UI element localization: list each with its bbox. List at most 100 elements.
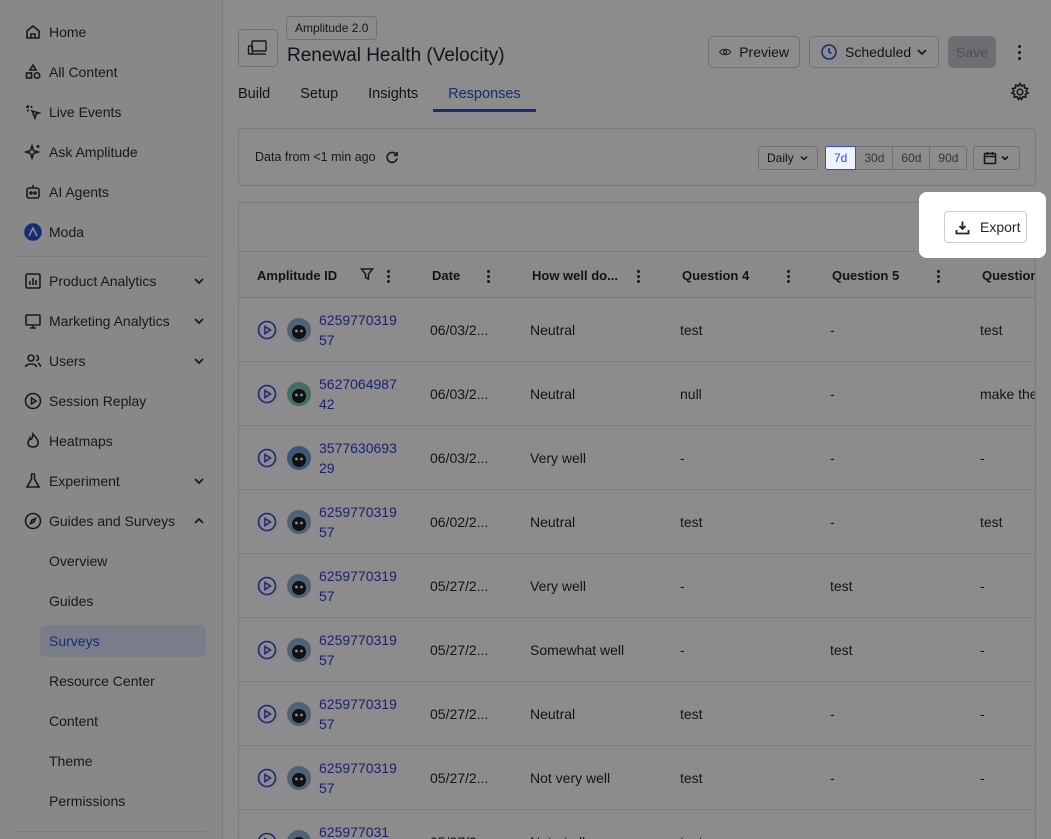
table-row[interactable]: 625977031957 05/27/2... Somewhat well - test… (239, 618, 1035, 682)
column-header-question-5[interactable]: Question 5 (832, 253, 899, 298)
play-replay-icon[interactable] (257, 640, 277, 660)
table-row[interactable]: 625977031957 05/27/2... Very well - test - (239, 554, 1035, 618)
table-row[interactable]: 625977031 05/27/2... Not at all test (239, 810, 1035, 839)
column-header-date[interactable]: Date (432, 253, 460, 298)
nav-item-ask-amplitude[interactable]: Ask Amplitude (0, 132, 222, 172)
amplitude-id-link[interactable]: 625977031957 (319, 630, 399, 670)
range-30d[interactable]: 30d (855, 146, 894, 170)
sidebar-subitem-content[interactable]: Content (0, 701, 222, 741)
chevron-up-icon[interactable] (192, 514, 206, 528)
column-header-amplitude-id[interactable]: Amplitude ID (257, 253, 337, 298)
cell-question-5: test (830, 642, 853, 658)
more-options-icon[interactable] (1011, 42, 1027, 62)
range-60d[interactable]: 60d (892, 146, 931, 170)
play-replay-icon[interactable] (257, 512, 277, 532)
date-picker-button[interactable] (973, 146, 1020, 170)
nav-item-session-replay[interactable]: Session Replay (0, 381, 222, 421)
amplitude-id-link[interactable]: 625977031957 (319, 566, 399, 606)
column-menu-icon[interactable] (635, 269, 641, 283)
sidebar-subitem-surveys[interactable]: Surveys (40, 625, 206, 657)
column-header-question-4[interactable]: Question 4 (682, 253, 749, 298)
tab-setup[interactable]: Setup (285, 78, 353, 112)
table-row[interactable]: 625977031957 06/03/2... Neutral test - test (239, 298, 1035, 362)
chevron-down-icon[interactable] (192, 354, 206, 368)
avatar (287, 382, 311, 406)
tab-insights[interactable]: Insights (353, 78, 433, 112)
nav-item-experiment[interactable]: Experiment (0, 461, 222, 501)
nav-item-label: Ask Amplitude (49, 144, 138, 160)
export-label: Export (980, 219, 1021, 235)
play-replay-icon[interactable] (257, 320, 277, 340)
table-row[interactable]: 357763069329 06/03/2... Very well - - - (239, 426, 1035, 490)
range-7d[interactable]: 7d (825, 146, 857, 170)
sidebar-subitem-theme[interactable]: Theme (0, 741, 222, 781)
amplitude-id-link[interactable]: 625977031957 (319, 694, 399, 734)
cell-question-6: - (980, 450, 985, 466)
filter-icon[interactable] (359, 267, 375, 281)
cell-date: 06/03/2... (430, 322, 489, 338)
play-replay-icon[interactable] (257, 768, 277, 788)
play-replay-icon[interactable] (257, 384, 277, 404)
preview-label: Preview (739, 44, 789, 60)
tab-responses[interactable]: Responses (433, 78, 536, 112)
avatar (287, 574, 311, 598)
amplitude-id-link[interactable]: 357763069329 (319, 438, 399, 478)
flask-icon (24, 472, 42, 490)
sidebar: Home All Content Live Events Ask Amplitu… (0, 0, 223, 839)
nav-item-label: Home (49, 24, 87, 40)
cell-question-4: - (680, 642, 685, 658)
device-preview-button[interactable] (238, 29, 278, 67)
nav-item-guides-and-surveys[interactable]: Guides and Surveys (0, 501, 222, 541)
export-button[interactable]: Export (944, 211, 1027, 243)
amplitude-id-link[interactable]: 625977031 (319, 822, 399, 839)
play-replay-icon[interactable] (257, 704, 277, 724)
play-replay-icon[interactable] (257, 448, 277, 468)
nav-item-all-content[interactable]: All Content (0, 52, 222, 92)
column-header-question-6[interactable]: Question (982, 253, 1035, 298)
amplitude-id-link[interactable]: 625977031957 (319, 502, 399, 542)
column-menu-icon[interactable] (935, 269, 941, 283)
nav-item-marketing-analytics[interactable]: Marketing Analytics (0, 301, 222, 341)
column-menu-icon[interactable] (385, 269, 391, 283)
compass-icon (24, 512, 42, 530)
table-row[interactable]: 625977031957 05/27/2... Not very well test -… (239, 746, 1035, 810)
table-row[interactable]: 625977031957 06/02/2... Neutral test - test (239, 490, 1035, 554)
amplitude-id-link[interactable]: 562706498742 (319, 374, 399, 414)
sidebar-subitem-guides[interactable]: Guides (0, 581, 222, 621)
refresh-icon[interactable] (385, 150, 399, 164)
nav-item-ai-agents[interactable]: AI Agents (0, 172, 222, 212)
gear-icon[interactable] (1010, 81, 1030, 102)
nav-item-home[interactable]: Home (0, 12, 222, 52)
amplitude-id-link[interactable]: 625977031957 (319, 758, 399, 798)
table-toolbar (239, 203, 1035, 252)
column-menu-icon[interactable] (785, 269, 791, 283)
cell-date: 05/27/2... (430, 642, 489, 658)
play-replay-icon[interactable] (257, 832, 277, 839)
range-90d[interactable]: 90d (929, 146, 968, 170)
nav-item-users[interactable]: Users (0, 341, 222, 381)
play-replay-icon[interactable] (257, 576, 277, 596)
chevron-down-icon[interactable] (192, 474, 206, 488)
save-button[interactable]: Save (948, 36, 996, 68)
nav-item-live-events[interactable]: Live Events (0, 92, 222, 132)
column-menu-icon[interactable] (485, 269, 491, 283)
sidebar-subitem-permissions[interactable]: Permissions (0, 781, 222, 821)
sidebar-subitem-overview[interactable]: Overview (0, 541, 222, 581)
chevron-down-icon[interactable] (192, 314, 206, 328)
nav-item-heatmaps[interactable]: Heatmaps (0, 421, 222, 461)
amplitude-id-link[interactable]: 625977031957 (319, 310, 399, 350)
nav-item-label: AI Agents (49, 184, 109, 200)
sidebar-subitem-resource-center[interactable]: Resource Center (0, 661, 222, 701)
table-row[interactable]: 625977031957 05/27/2... Neutral test - - (239, 682, 1035, 746)
nav-item-moda[interactable]: Moda (0, 212, 222, 252)
status-dropdown[interactable]: Scheduled (809, 36, 939, 68)
chevron-down-icon[interactable] (192, 274, 206, 288)
column-header-question-3[interactable]: How well do... (532, 253, 618, 298)
cell-question-3: Very well (530, 450, 587, 466)
preview-button[interactable]: Preview (708, 36, 800, 68)
table-row[interactable]: 562706498742 06/03/2... Neutral null - make t… (239, 362, 1035, 426)
tab-build[interactable]: Build (223, 78, 285, 112)
interval-dropdown[interactable]: Daily (758, 146, 818, 170)
nav-item-product-analytics[interactable]: Product Analytics (0, 261, 222, 301)
cell-question-6: test (980, 514, 1003, 530)
